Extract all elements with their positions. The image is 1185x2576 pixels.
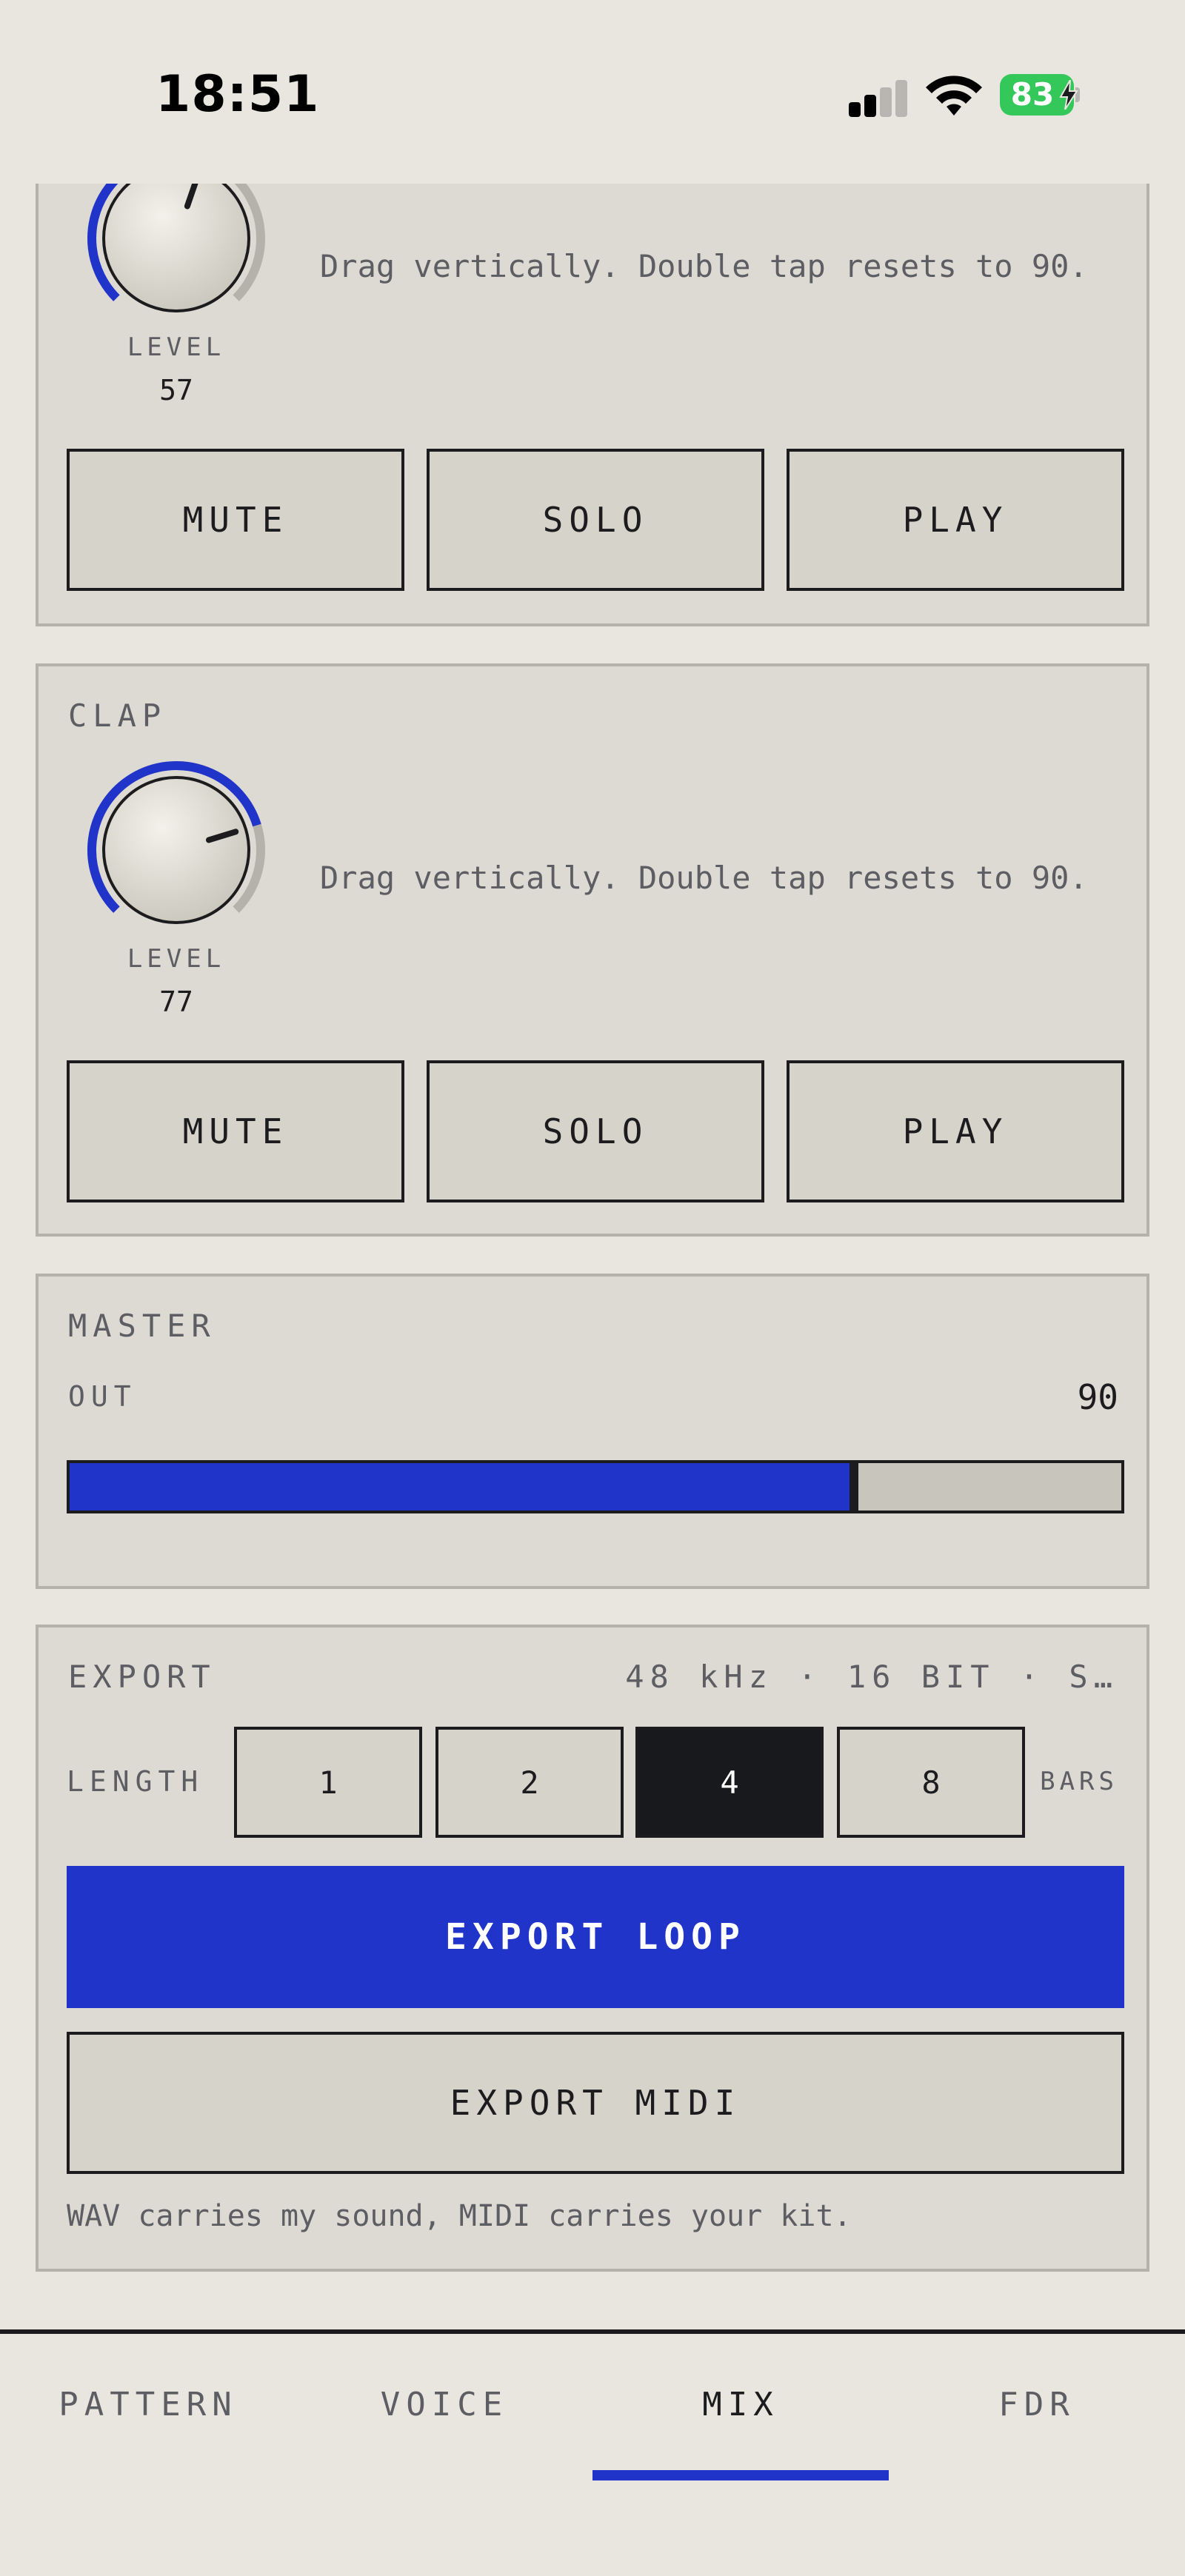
play-button[interactable]: PLAY — [787, 449, 1124, 591]
knob-body — [102, 164, 250, 312]
meter-fill — [70, 1463, 858, 1511]
signal-icon — [849, 78, 908, 117]
export-card: EXPORT 48 kHz · 16 BIT · S… LENGTH 1 2 4… — [36, 1625, 1149, 2272]
tab-voice[interactable]: VOICE — [296, 2386, 592, 2423]
out-label: OUT — [68, 1380, 137, 1413]
mute-button[interactable]: MUTE — [67, 1060, 404, 1202]
export-note: WAV carries my sound, MIDI carries your … — [67, 2199, 852, 2233]
knob-label: LEVEL — [127, 332, 226, 362]
export-format: 48 kHz · 16 BIT · S… — [625, 1659, 1118, 1695]
solo-button[interactable]: SOLO — [427, 449, 764, 591]
status-time: 18:51 — [156, 65, 320, 124]
master-card: MASTER OUT 90 — [36, 1274, 1149, 1589]
tab-bar: PATTERN VOICE MIX FDR — [0, 2329, 1185, 2576]
master-title: MASTER — [68, 1308, 216, 1344]
length-option-1[interactable]: 1 — [234, 1727, 422, 1838]
length-label: LENGTH — [67, 1765, 204, 1798]
wifi-icon — [926, 76, 982, 116]
bars-label: BARS — [1040, 1767, 1118, 1796]
length-option-4[interactable]: 4 — [635, 1727, 824, 1838]
length-option-2[interactable]: 2 — [435, 1727, 624, 1838]
export-midi-button[interactable]: EXPORT MIDI — [67, 2032, 1124, 2174]
solo-button[interactable]: SOLO — [427, 1060, 764, 1202]
charging-bolt-icon — [1059, 80, 1078, 110]
export-loop-button[interactable]: EXPORT LOOP — [67, 1866, 1124, 2008]
knob-hint: Drag vertically. Double tap resets to 90… — [320, 860, 1088, 896]
knob-body — [102, 776, 250, 924]
battery-level: 83 — [1010, 76, 1055, 113]
status-bar: 18:51 83 — [0, 0, 1185, 184]
tab-pattern[interactable]: PATTERN — [0, 2386, 296, 2423]
channel-card-clap: CLAP LEVEL 77 Drag vertically. Double ta… — [36, 663, 1149, 1237]
play-button[interactable]: PLAY — [787, 1060, 1124, 1202]
mute-button[interactable]: MUTE — [67, 449, 404, 591]
tab-fdr[interactable]: FDR — [889, 2386, 1185, 2423]
out-value: 90 — [1077, 1377, 1118, 1417]
battery-icon: 83 — [1000, 74, 1080, 116]
knob-value: 57 — [159, 374, 193, 407]
master-output-meter[interactable] — [67, 1460, 1124, 1513]
export-title: EXPORT — [68, 1659, 216, 1695]
channel-label: CLAP — [68, 697, 167, 734]
knob-label: LEVEL — [127, 944, 226, 974]
length-option-8[interactable]: 8 — [837, 1727, 1025, 1838]
tab-mix[interactable]: MIX — [592, 2386, 889, 2423]
active-tab-indicator — [592, 2470, 889, 2480]
knob-value: 77 — [159, 986, 193, 1018]
knob-hint: Drag vertically. Double tap resets to 90… — [320, 248, 1088, 284]
level-knob[interactable] — [83, 757, 270, 943]
